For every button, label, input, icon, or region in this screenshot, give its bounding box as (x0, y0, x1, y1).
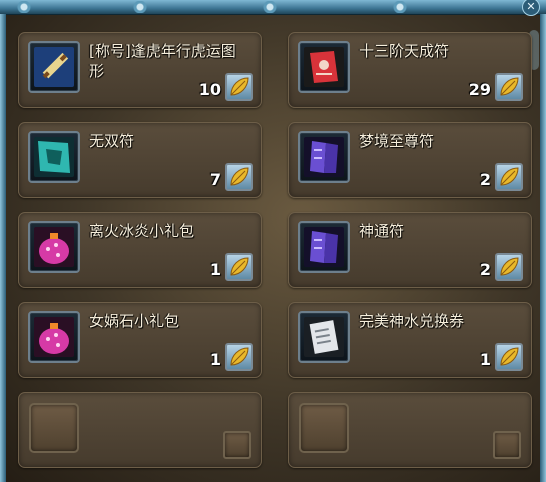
empty-item-slot[interactable] (288, 392, 532, 468)
scroll-icon (34, 47, 74, 87)
item-name: 无双符 (89, 132, 135, 150)
item-icon-frame[interactable] (298, 41, 350, 93)
item-icon-frame[interactable] (28, 131, 80, 183)
item-name: 完美神水兑换券 (359, 312, 465, 330)
frame-left-border (0, 14, 6, 482)
gold-leaf-icon[interactable] (495, 343, 523, 371)
teal-talisman-icon (34, 137, 74, 177)
item-icon-frame[interactable] (298, 131, 350, 183)
ornament-icon (14, 1, 34, 13)
close-button[interactable]: ✕ (522, 0, 540, 16)
empty-item-slot[interactable] (18, 392, 262, 468)
gold-leaf-icon[interactable] (225, 163, 253, 191)
item-name: 神通符 (359, 222, 405, 240)
gold-leaf-icon[interactable] (495, 73, 523, 101)
empty-icon-frame (299, 403, 349, 453)
purple-talisman-icon (304, 137, 344, 177)
item-icon-frame[interactable] (298, 311, 350, 363)
item-price: 2 (479, 260, 491, 279)
frame-right-border (540, 14, 546, 482)
item-icon-frame[interactable] (28, 41, 80, 93)
window-title-bar: ✕ (0, 0, 546, 16)
voucher-icon (304, 317, 344, 357)
item-name: 梦境至尊符 (359, 132, 435, 150)
item-slot[interactable]: 十三阶天成符 29 (288, 32, 532, 108)
item-slot[interactable]: 女娲石小礼包 1 (18, 302, 262, 378)
item-slot[interactable]: [称号]逢虎年行虎运图形 10 (18, 32, 262, 108)
item-slot[interactable]: 神通符 2 (288, 212, 532, 288)
item-name: 女娲石小礼包 (89, 312, 180, 330)
gold-leaf-icon[interactable] (225, 343, 253, 371)
empty-currency-slot (223, 431, 251, 459)
ornament-icon (390, 1, 410, 13)
shop-window: ✕ [称号]逢虎年行虎运图形 10 十三阶天成符 29 无双符 7 梦境至尊符 … (0, 0, 546, 482)
item-slot[interactable]: 离火冰炎小礼包 1 (18, 212, 262, 288)
item-slot[interactable]: 完美神水兑换券 1 (288, 302, 532, 378)
ornament-icon (130, 1, 150, 13)
item-slot[interactable]: 梦境至尊符 2 (288, 122, 532, 198)
item-icon-frame[interactable] (28, 311, 80, 363)
item-price: 1 (479, 350, 491, 369)
item-icon-frame[interactable] (298, 221, 350, 273)
item-icon-frame[interactable] (28, 221, 80, 273)
item-price: 7 (209, 170, 221, 189)
gold-leaf-icon[interactable] (225, 73, 253, 101)
item-price: 1 (209, 350, 221, 369)
gift-bag-icon (34, 317, 74, 357)
ornament-icon (260, 1, 280, 13)
item-price: 10 (198, 80, 221, 99)
item-price: 29 (468, 80, 491, 99)
item-price: 2 (479, 170, 491, 189)
purple-talisman-icon (304, 227, 344, 267)
item-name: 离火冰炎小礼包 (89, 222, 195, 240)
gold-leaf-icon[interactable] (495, 163, 523, 191)
gold-leaf-icon[interactable] (495, 253, 523, 281)
gold-leaf-icon[interactable] (225, 253, 253, 281)
empty-currency-slot (493, 431, 521, 459)
empty-icon-frame (29, 403, 79, 453)
item-name: 十三阶天成符 (359, 42, 450, 60)
item-slot[interactable]: 无双符 7 (18, 122, 262, 198)
gift-bag-icon (34, 227, 74, 267)
item-price: 1 (209, 260, 221, 279)
red-talisman-icon (304, 47, 344, 87)
